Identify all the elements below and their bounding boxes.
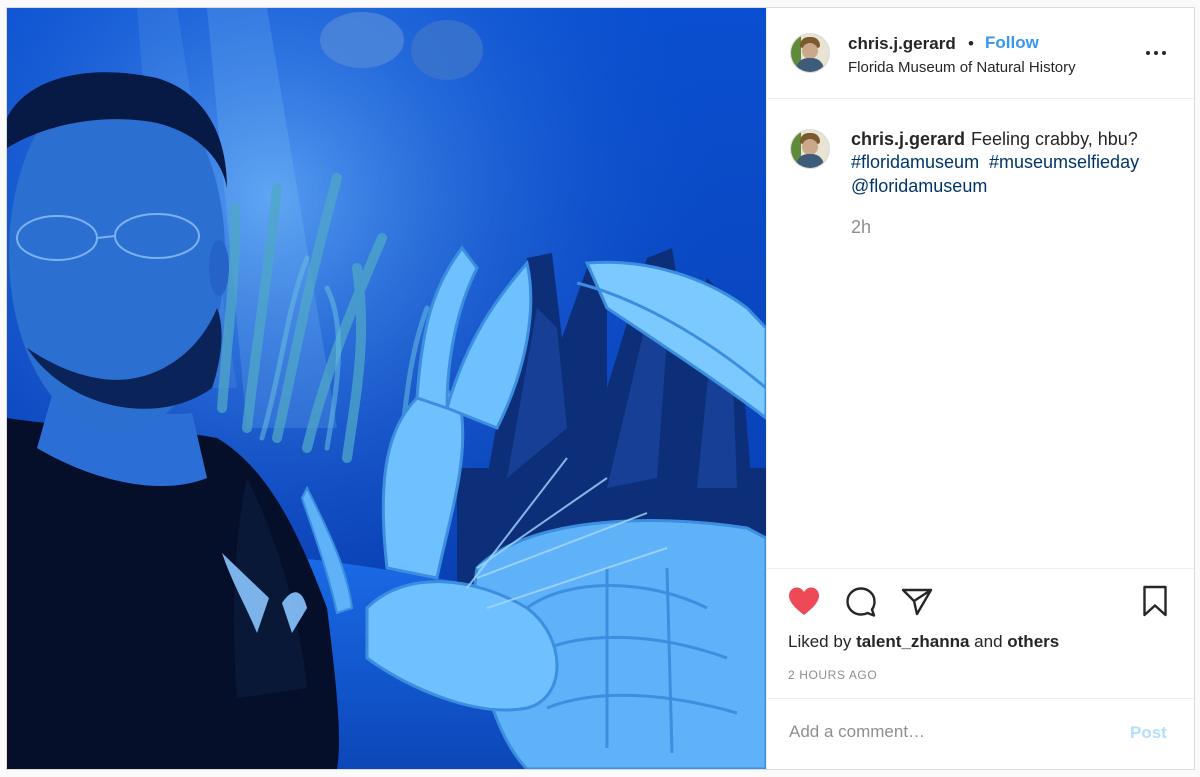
post-header: chris.j.gerard • Follow Florida Museum o… [767, 8, 1194, 99]
photo-illustration [7, 8, 766, 769]
post-photo[interactable] [7, 8, 766, 769]
hashtag-link[interactable]: #floridamuseum [851, 152, 979, 173]
more-options-icon[interactable] [1145, 43, 1171, 63]
likes-and: and [974, 632, 1003, 651]
caption-avatar[interactable] [790, 129, 830, 169]
comment-bar: Post [767, 698, 1194, 770]
avatar[interactable] [790, 33, 830, 73]
comment-input[interactable] [789, 722, 1109, 742]
likes-summary: Liked by talent_zhanna and others [788, 632, 1059, 652]
likes-others-link[interactable]: others [1007, 632, 1059, 651]
hashtag-link[interactable]: #museumselfieday [989, 152, 1139, 173]
post-timestamp[interactable]: 2 HOURS AGO [788, 668, 877, 682]
header-separator: • [968, 34, 974, 53]
heart-icon[interactable] [788, 586, 820, 616]
post-side-panel: chris.j.gerard • Follow Florida Museum o… [766, 8, 1194, 769]
header-username[interactable]: chris.j.gerard [848, 34, 956, 54]
liker-username[interactable]: talent_zhanna [856, 632, 969, 651]
caption-username[interactable]: chris.j.gerard [851, 129, 965, 150]
comment-icon[interactable] [845, 586, 877, 618]
location-link[interactable]: Florida Museum of Natural History [848, 59, 1076, 76]
likes-prefix: Liked by [788, 632, 852, 651]
caption-time[interactable]: 2h [851, 217, 871, 238]
post-card: chris.j.gerard • Follow Florida Museum o… [6, 7, 1195, 770]
follow-button[interactable]: Follow [985, 33, 1039, 53]
caption-text: Feeling crabby, hbu? [971, 129, 1138, 149]
post-comment-button[interactable]: Post [1130, 723, 1167, 743]
bookmark-icon[interactable] [1142, 585, 1168, 617]
share-icon[interactable] [901, 587, 933, 617]
mention-link[interactable]: @floridamuseum [851, 176, 987, 197]
